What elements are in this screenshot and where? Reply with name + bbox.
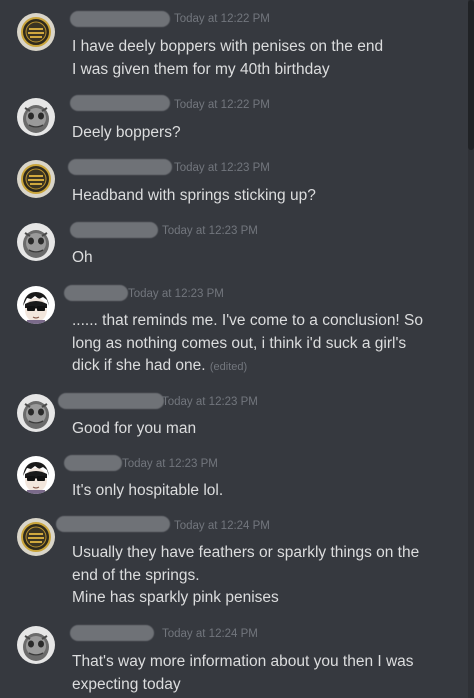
avatar-grey-creature-icon[interactable]: [17, 394, 55, 432]
message-line: Deely boppers?: [72, 124, 181, 141]
redacted-username: [70, 95, 170, 111]
message-text: ...... that reminds me. I've come to a c…: [72, 310, 452, 379]
message-text: That's way more information about you th…: [72, 651, 452, 696]
message-line: ...... that reminds me. I've come to a c…: [72, 312, 424, 329]
timestamp: Today at 12:23 PM: [162, 396, 258, 408]
redacted-username: [56, 516, 170, 532]
message-text: Good for you man: [72, 418, 452, 441]
redacted-username: [70, 625, 154, 641]
redacted-username: [64, 455, 122, 471]
timestamp: Today at 12:23 PM: [128, 288, 224, 300]
message-line: expecting today: [72, 675, 181, 693]
message-line: I was given them for my 40th birthday: [72, 60, 330, 78]
message-line: end of the springs.: [72, 566, 200, 584]
message-line: That's way more information about you th…: [72, 653, 414, 670]
timestamp: Today at 12:22 PM: [174, 13, 270, 25]
timestamp: Today at 12:24 PM: [162, 628, 258, 640]
timestamp: Today at 12:23 PM: [174, 162, 270, 174]
message-line: dick if she had one. (edited): [72, 355, 452, 379]
message-line: Usually they have feathers or sparkly th…: [72, 544, 420, 561]
message-line: It's only hospitable lol.: [72, 482, 224, 499]
redacted-username: [70, 11, 170, 27]
avatar-gold-badge-icon[interactable]: [17, 13, 55, 51]
message-text: It's only hospitable lol.: [72, 480, 452, 503]
scrollbar-track[interactable]: [468, 0, 474, 698]
avatar-anime-sunglasses-icon[interactable]: [17, 456, 55, 494]
avatar-gold-badge-icon[interactable]: [17, 518, 55, 556]
message-text: I have deely boppers with penises on the…: [72, 36, 452, 81]
avatar-grey-creature-icon[interactable]: [17, 223, 55, 261]
message-line: long as nothing comes out, i think i'd s…: [72, 334, 407, 352]
message-line: Good for you man: [72, 420, 197, 437]
timestamp: Today at 12:22 PM: [174, 99, 270, 111]
scrollbar-thumb[interactable]: [468, 0, 474, 150]
redacted-username: [58, 393, 164, 409]
timestamp: Today at 12:23 PM: [162, 225, 258, 237]
timestamp: Today at 12:24 PM: [174, 520, 270, 532]
chat-log: Today at 12:22 PM I have deely boppers w…: [0, 0, 474, 698]
timestamp: Today at 12:23 PM: [122, 458, 218, 470]
avatar-gold-badge-icon[interactable]: [17, 160, 55, 198]
avatar-anime-sunglasses-icon[interactable]: [17, 286, 55, 324]
redacted-username: [68, 159, 172, 175]
avatar-grey-creature-icon[interactable]: [17, 98, 55, 136]
redacted-username: [70, 222, 158, 238]
redacted-username: [64, 285, 128, 301]
message-line: Headband with springs sticking up?: [72, 187, 316, 204]
message-text: Oh: [72, 247, 452, 270]
avatar-grey-creature-icon[interactable]: [17, 626, 55, 664]
message-line: Oh: [72, 249, 93, 266]
message-line-text: dick if she had one.: [72, 357, 206, 374]
message-line: I have deely boppers with penises on the…: [72, 38, 384, 55]
edited-label: (edited): [209, 361, 248, 373]
message-text: Headband with springs sticking up?: [72, 185, 452, 208]
message-text: Deely boppers?: [72, 122, 452, 145]
message-text: Usually they have feathers or sparkly th…: [72, 542, 452, 610]
message-line: Mine has sparkly pink penises: [72, 589, 279, 606]
